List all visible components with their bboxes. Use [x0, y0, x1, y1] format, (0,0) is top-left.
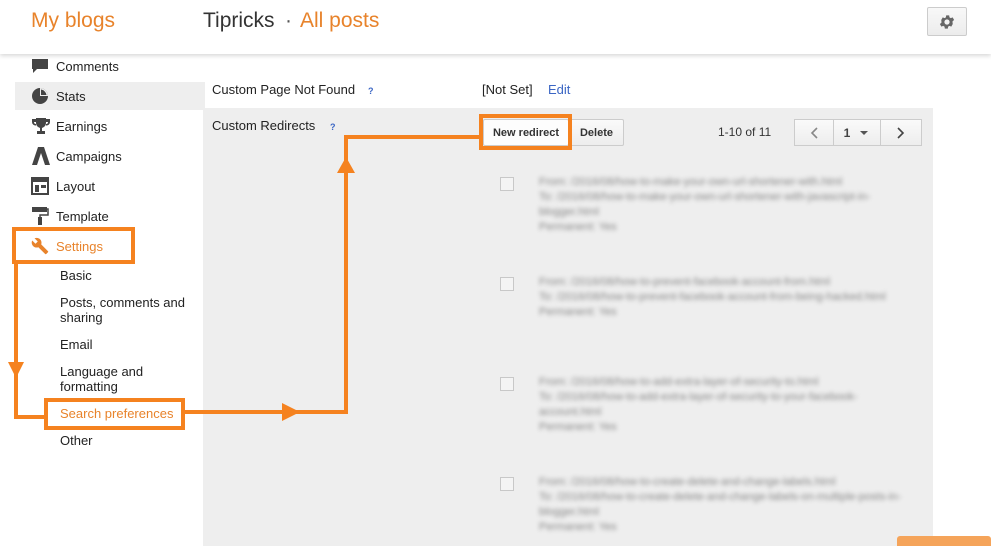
redirect-entry: From: /2016/08/how-to-make-your-own-url-…	[539, 176, 871, 233]
settings-sub-language-formatting[interactable]: Language and formatting	[60, 364, 200, 394]
annotation-arrow-line	[344, 135, 480, 139]
page-select[interactable]: 1	[833, 119, 881, 146]
sidebar-item-layout[interactable]: Layout	[15, 172, 205, 200]
redirect-checkbox[interactable]	[500, 377, 514, 391]
new-redirect-highlight-box	[479, 114, 572, 150]
redirect-checkbox[interactable]	[500, 277, 514, 291]
redirect-entry: From: /2016/08/how-to-add-extra-layer-of…	[539, 376, 858, 433]
sidebar-item-label: Campaigns	[56, 148, 122, 164]
settings-sub-other[interactable]: Other	[60, 433, 200, 448]
chevron-left-icon	[810, 126, 818, 139]
annotation-arrow-line	[14, 415, 45, 419]
trophy-icon	[31, 116, 55, 136]
previous-page-button[interactable]	[794, 119, 834, 146]
my-blogs-link[interactable]: My blogs	[31, 9, 115, 33]
next-page-button[interactable]	[880, 119, 922, 146]
all-posts-link[interactable]: All posts	[300, 9, 379, 33]
caret-down-icon	[860, 130, 869, 135]
breadcrumb-separator: ·	[285, 9, 292, 32]
sidebar-item-label: Stats	[56, 88, 86, 104]
redirect-checkbox[interactable]	[500, 477, 514, 491]
delete-button[interactable]: Delete	[569, 119, 624, 146]
edit-404-link[interactable]: Edit	[548, 82, 570, 97]
settings-sub-email[interactable]: Email	[60, 337, 200, 352]
custom-redirects-label: Custom Redirects	[212, 118, 316, 133]
settings-highlight-box	[12, 227, 135, 264]
custom-page-not-found-label: Custom Page Not Found	[212, 82, 356, 97]
campaigns-icon	[31, 146, 55, 166]
page-number: 1	[843, 125, 851, 140]
settings-sub-basic[interactable]: Basic	[60, 268, 200, 283]
sidebar-item-earnings[interactable]: Earnings	[15, 112, 205, 140]
sidebar-item-label: Comments	[56, 58, 119, 74]
sidebar-item-label: Layout	[56, 178, 96, 194]
redirect-checkbox[interactable]	[500, 177, 514, 191]
settings-sub-posts-comments-sharing[interactable]: Posts, comments and sharing	[60, 295, 200, 325]
arrow-down-icon	[8, 362, 24, 378]
sidebar-item-stats[interactable]: Stats	[15, 82, 205, 110]
arrow-right-icon	[282, 403, 300, 421]
annotation-arrow-line	[14, 264, 18, 419]
sidebar-item-comments[interactable]: Comments	[15, 52, 205, 80]
blog-name[interactable]: Tipricks	[203, 9, 275, 33]
arrow-up-icon	[337, 157, 355, 173]
redirect-entry: From: /2016/08/how-to-prevent-facebook-a…	[539, 276, 886, 318]
gear-icon	[939, 14, 955, 29]
annotation-arrow-line	[185, 410, 348, 414]
chevron-right-icon	[897, 126, 905, 139]
sidebar-item-template[interactable]: Template	[15, 202, 205, 230]
layout-icon	[31, 176, 55, 196]
top-header: My blogs Tipricks · All posts	[0, 0, 991, 54]
sidebar-item-label: Template	[56, 208, 109, 224]
search-preferences-highlight-box	[44, 398, 185, 430]
redirect-entry: From: /2016/08/how-to-create-delete-and-…	[539, 476, 901, 533]
pagination-range: 1-10 of 11	[718, 125, 772, 139]
sidebar-item-label: Earnings	[56, 118, 108, 134]
sidebar: Comments Stats Earnings Campaigns Layout…	[0, 56, 205, 546]
comment-icon	[31, 56, 55, 76]
annotation-arrow-line	[344, 137, 348, 414]
settings-gear-button[interactable]	[927, 7, 967, 36]
help-icon[interactable]: ?	[330, 122, 336, 132]
custom-404-value: [Not Set]	[482, 82, 533, 97]
sidebar-item-campaigns[interactable]: Campaigns	[15, 142, 205, 170]
pie-chart-icon	[31, 86, 55, 106]
help-icon[interactable]: ?	[368, 86, 374, 96]
paint-roller-icon	[31, 206, 55, 226]
bottom-corner-element	[897, 536, 991, 546]
